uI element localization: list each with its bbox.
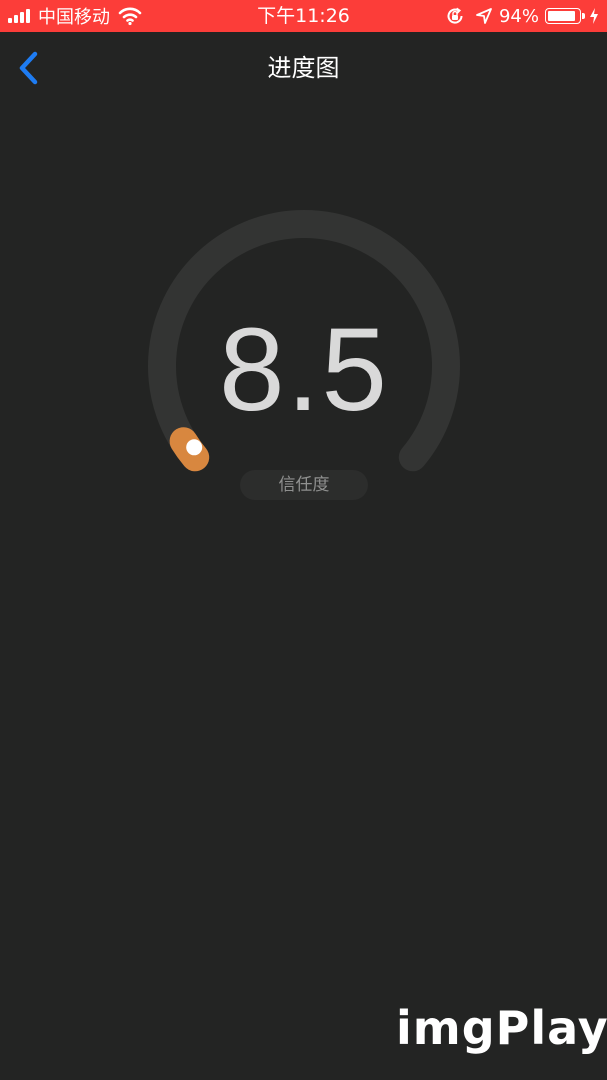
imgplay-logo: imgPlay — [396, 996, 607, 1060]
gauge-label: 信任度 — [240, 470, 368, 500]
watermark-text: imgPlay — [396, 1001, 607, 1055]
gauge-thumb[interactable] — [186, 439, 203, 456]
gauge-value: 8.5 — [218, 304, 390, 436]
progress-gauge — [148, 210, 460, 472]
